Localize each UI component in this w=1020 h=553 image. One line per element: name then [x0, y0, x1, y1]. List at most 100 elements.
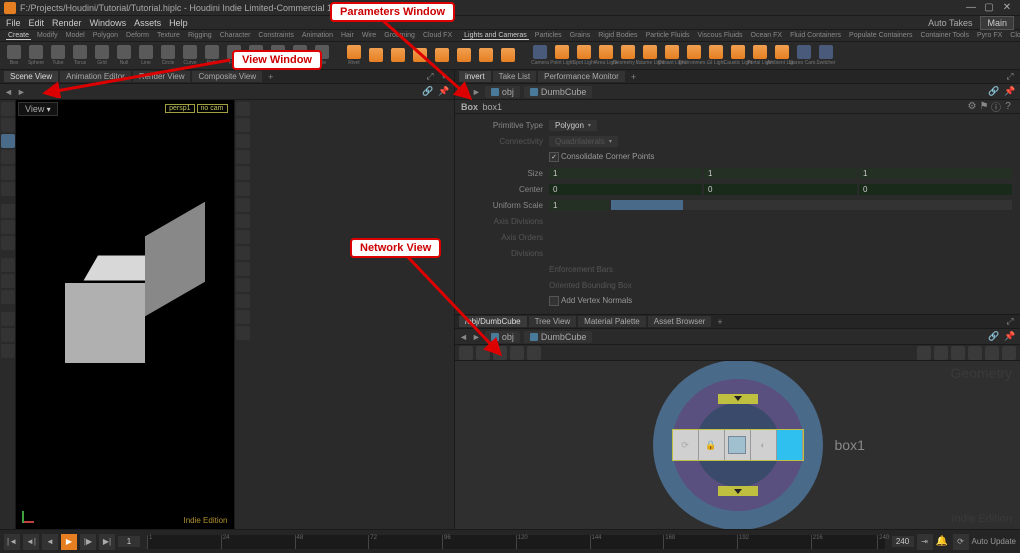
shelf-cat-lights[interactable]: Lights and Cameras [462, 32, 529, 40]
net-tool-icon[interactable] [510, 346, 524, 360]
shelf-cat[interactable]: Viscous Fluids [696, 32, 745, 39]
range-lock-button[interactable]: ⇥ [917, 534, 933, 550]
center-z-input[interactable]: 0 [859, 184, 1012, 195]
node-template-flag[interactable]: ◐ [751, 430, 777, 460]
pane-menu-icon[interactable]: ▾ [438, 71, 450, 83]
shelf-cat[interactable]: Texture [155, 32, 182, 39]
end-frame-input[interactable]: 240 [892, 536, 914, 547]
path-node[interactable]: DumbCube [524, 86, 593, 98]
minimize-button[interactable]: — [962, 1, 980, 15]
tool-grid[interactable]: Grid [92, 45, 112, 67]
tool-item[interactable] [388, 45, 408, 67]
shelf-cat[interactable]: Deform [124, 32, 151, 39]
size-z-input[interactable]: 1 [859, 168, 1012, 179]
tool-item[interactable] [454, 45, 474, 67]
shelf-cat[interactable]: Cloth [1008, 32, 1020, 39]
tab-network[interactable]: /obj/DumbCube [459, 316, 527, 327]
nav-back-icon[interactable]: ◄ [459, 87, 468, 97]
update-mode-icon[interactable]: ⟳ [953, 534, 969, 550]
vt-tool-icon[interactable] [1, 328, 15, 342]
uniform-scale-slider[interactable] [611, 200, 1012, 210]
nav-fwd-icon[interactable]: ► [472, 87, 481, 97]
close-button[interactable]: ✕ [998, 1, 1016, 15]
shelf-cat[interactable]: Animation [300, 32, 335, 39]
tab-matpalette[interactable]: Material Palette [578, 316, 646, 327]
net-tool-icon[interactable] [459, 346, 473, 360]
pane-max-icon[interactable]: ⤢ [424, 71, 436, 83]
shelf-cat[interactable]: Modify [35, 32, 60, 39]
net-tool-icon[interactable] [493, 346, 507, 360]
tool-sphere[interactable]: Sphere [26, 45, 46, 67]
vt-disp-icon[interactable] [236, 134, 250, 148]
net-tool-icon[interactable] [476, 346, 490, 360]
node-input-connector[interactable] [718, 394, 758, 404]
shelf-cat[interactable]: Constraints [256, 32, 295, 39]
vt-disp-icon[interactable] [236, 118, 250, 132]
step-fwd-button[interactable]: |▶ [80, 534, 96, 550]
tool-switcher[interactable]: Switcher [816, 45, 836, 67]
tab-scene-view[interactable]: Scene View [4, 71, 58, 82]
tool-spotlight[interactable]: Spot Light [574, 45, 594, 67]
network-canvas[interactable]: Geometry Indie Edition ⟳ 🔒 ◐ [455, 361, 1020, 529]
link-icon[interactable]: 🔗 [988, 86, 1000, 98]
tab-assetbrowser[interactable]: Asset Browser [648, 316, 712, 327]
vt-flipbook-icon[interactable] [1, 290, 15, 304]
timeline-track[interactable]: 1 24 48 72 96 120 144 168 192 216 240 [147, 535, 885, 549]
vt-disp-icon[interactable] [236, 246, 250, 260]
net-tool-icon[interactable] [917, 346, 931, 360]
shelf-cat[interactable]: Particles [533, 32, 564, 39]
vt-disp-icon[interactable] [236, 166, 250, 180]
vt-tool-icon[interactable] [1, 312, 15, 326]
info-icon[interactable]: ⓘ [990, 99, 1002, 114]
shelf-cat[interactable]: Grooming [382, 32, 417, 39]
tool-stereocam[interactable]: Stereo Cam... [794, 45, 814, 67]
play-button[interactable]: ▶ [61, 534, 77, 550]
vt-disp-icon[interactable] [236, 262, 250, 276]
realtime-icon[interactable]: 🔔 [936, 536, 950, 547]
tab-params[interactable]: invert [459, 71, 491, 82]
tool-item[interactable] [366, 45, 386, 67]
tab-tree-view[interactable]: Tree View [529, 316, 577, 327]
shelf-cat[interactable]: Hair [339, 32, 356, 39]
net-tool-icon[interactable] [951, 346, 965, 360]
vt-magnet-icon[interactable] [1, 236, 15, 250]
vt-disp-icon[interactable] [236, 182, 250, 196]
path-node[interactable]: DumbCube [524, 331, 593, 343]
nav-back-icon[interactable]: ◄ [459, 332, 468, 342]
vt-ipr-icon[interactable] [1, 274, 15, 288]
net-tool-icon[interactable] [527, 346, 541, 360]
camera-badge[interactable]: persp1no cam [165, 104, 227, 113]
add-vertex-normals-checkbox[interactable] [549, 296, 559, 306]
node-tile[interactable]: ⟳ 🔒 ◐ [672, 429, 804, 461]
tool-path[interactable]: Path [202, 45, 222, 67]
tool-item[interactable] [476, 45, 496, 67]
size-y-input[interactable]: 1 [704, 168, 857, 179]
link-icon[interactable]: 🔗 [422, 86, 434, 98]
net-tool-icon[interactable] [985, 346, 999, 360]
tool-camera[interactable]: Camera [530, 45, 550, 67]
tool-box[interactable]: Box [4, 45, 24, 67]
tool-circle[interactable]: Circle [158, 45, 178, 67]
menu-render[interactable]: Render [52, 18, 82, 28]
tool-curve[interactable]: Curve [180, 45, 200, 67]
network-node-box1[interactable]: ⟳ 🔒 ◐ box1 [653, 361, 823, 529]
consolidate-checkbox[interactable]: ✓ [549, 152, 559, 162]
menu-assets[interactable]: Assets [134, 18, 161, 28]
vt-disp-icon[interactable] [236, 150, 250, 164]
vt-handles-icon[interactable] [1, 134, 15, 148]
net-tool-icon[interactable] [968, 346, 982, 360]
shelf-cat[interactable]: Cloud FX [421, 32, 454, 39]
vt-disp-icon[interactable] [236, 102, 250, 116]
link-icon[interactable]: 🔗 [988, 331, 1000, 343]
shelf-cat-create[interactable]: Create [6, 32, 31, 40]
add-tab-button[interactable]: + [627, 72, 640, 82]
center-x-input[interactable]: 0 [549, 184, 702, 195]
vt-disp-icon[interactable] [236, 326, 250, 340]
pane-max-icon[interactable]: ⤢ [1004, 71, 1016, 83]
shelf-cat[interactable]: Wire [360, 32, 378, 39]
viewport-view-tab[interactable]: View ▾ [18, 102, 58, 116]
vt-grid-icon[interactable] [1, 220, 15, 234]
shelf-cat[interactable]: Model [64, 32, 87, 39]
goto-end-button[interactable]: ▶| [99, 534, 115, 550]
tool-line[interactable]: Line [136, 45, 156, 67]
